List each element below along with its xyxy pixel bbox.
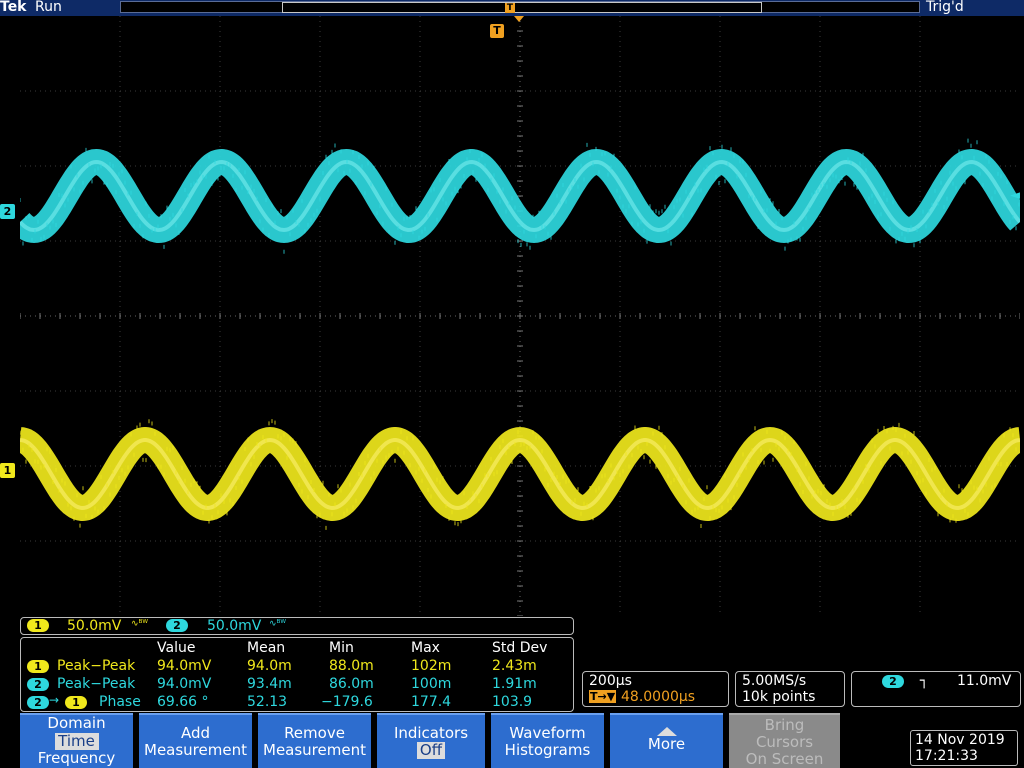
domain-button[interactable]: Domain Time Frequency bbox=[20, 713, 133, 768]
horizontal-position: 48.0000μs bbox=[621, 689, 696, 705]
bring-label-line3: On Screen bbox=[745, 750, 824, 768]
row3-min: −179.6 bbox=[321, 694, 373, 710]
acquisition-state: Run bbox=[35, 0, 62, 15]
row1-source-badge: 1 bbox=[27, 660, 49, 673]
timebase-readout[interactable]: 200μs T→▼ 48.0000μs bbox=[582, 671, 729, 707]
domain-title: Domain bbox=[47, 714, 106, 732]
row1-max: 102m bbox=[411, 658, 452, 674]
row3-std-dev: 103.9 bbox=[492, 694, 533, 710]
bring-label-line2: Cursors bbox=[755, 733, 814, 751]
record-trigger-marker: T bbox=[505, 3, 515, 13]
row2-mean: 93.4m bbox=[247, 676, 292, 692]
trigger-delay-icon: T→▼ bbox=[589, 690, 617, 703]
sampling-readout[interactable]: 5.00MS/s 10k points bbox=[735, 671, 845, 707]
row2-min: 86.0m bbox=[329, 676, 374, 692]
remove-label-line2: Measurement bbox=[263, 741, 366, 759]
domain-time-option[interactable]: Time bbox=[54, 733, 99, 750]
row3-source-badge: 2 bbox=[27, 696, 49, 709]
ch1-bandwidth-icon: ∿ᴮᵂ bbox=[131, 619, 149, 629]
row2-value: 94.0mV bbox=[157, 676, 212, 692]
sample-rate: 5.00MS/s bbox=[742, 673, 807, 689]
header-value: Value bbox=[157, 640, 196, 656]
row3-value: 69.66 ° bbox=[157, 694, 209, 710]
more-label: More bbox=[647, 735, 686, 753]
date-text: 14 Nov 2019 bbox=[915, 732, 1005, 748]
row3-arrow-icon: → bbox=[49, 693, 60, 707]
channel-info-bar: 1 50.0mV ∿ᴮᵂ 2 50.0mV ∿ᴮᵂ bbox=[20, 617, 574, 635]
header-std-dev: Std Dev bbox=[492, 640, 548, 656]
row1-label: Peak−Peak bbox=[57, 658, 136, 674]
row1-mean: 94.0m bbox=[247, 658, 292, 674]
ch2-ground-marker[interactable]: 2 bbox=[0, 204, 15, 219]
ch1-badge[interactable]: 1 bbox=[27, 619, 49, 632]
waveform-histograms-button[interactable]: Waveform Histograms bbox=[491, 713, 604, 768]
trigger-level: 11.0mV bbox=[957, 673, 1012, 689]
row1-std-dev: 2.43m bbox=[492, 658, 537, 674]
histo-label-line2: Histograms bbox=[504, 741, 591, 759]
header-max: Max bbox=[411, 640, 440, 656]
ch1-scale[interactable]: 50.0mV bbox=[67, 618, 121, 634]
time-text: 17:21:33 bbox=[915, 748, 978, 764]
horizontal-scale: 200μs bbox=[589, 673, 632, 689]
remove-label-line1: Remove bbox=[284, 724, 345, 742]
trigger-slope-icon: ┐ bbox=[920, 673, 929, 689]
row2-source-badge: 2 bbox=[27, 678, 49, 691]
trigger-readout[interactable]: 2 ┐ 11.0mV bbox=[851, 671, 1021, 707]
row2-std-dev: 1.91m bbox=[492, 676, 537, 692]
bring-label-line1: Bring bbox=[764, 716, 805, 734]
row3-max: 177.4 bbox=[411, 694, 452, 710]
trigger-position-marker[interactable]: T bbox=[490, 24, 504, 38]
row1-value: 94.0mV bbox=[157, 658, 212, 674]
trigger-source-badge: 2 bbox=[882, 675, 904, 688]
add-label-line1: Add bbox=[180, 724, 211, 742]
row3-mean: 52.13 bbox=[247, 694, 288, 710]
record-view-window[interactable] bbox=[282, 2, 762, 13]
indicators-button[interactable]: Indicators Off bbox=[377, 713, 485, 768]
indicators-label: Indicators bbox=[393, 724, 469, 742]
row2-max: 100m bbox=[411, 676, 452, 692]
histo-label-line1: Waveform bbox=[509, 724, 586, 742]
more-button[interactable]: More bbox=[610, 713, 723, 768]
remove-measurement-button[interactable]: Remove Measurement bbox=[258, 713, 371, 768]
header-mean: Mean bbox=[247, 640, 286, 656]
row3-source2-badge: 1 bbox=[65, 696, 87, 709]
trigger-level-arrow[interactable]: ◄ bbox=[1010, 188, 1020, 203]
ch1-ground-marker[interactable]: 1 bbox=[0, 463, 15, 478]
trigger-position-arrow bbox=[514, 16, 524, 22]
bring-cursors-on-screen-button[interactable]: Bring Cursors On Screen bbox=[729, 713, 840, 768]
ch2-bandwidth-icon: ∿ᴮᵂ bbox=[269, 619, 287, 629]
row1-min: 88.0m bbox=[329, 658, 374, 674]
date-time-readout[interactable]: 14 Nov 2019 17:21:33 bbox=[910, 730, 1018, 766]
indicators-value: Off bbox=[417, 742, 445, 759]
add-measurement-button[interactable]: Add Measurement bbox=[139, 713, 252, 768]
row2-label: Peak−Peak bbox=[57, 676, 136, 692]
ch2-scale[interactable]: 50.0mV bbox=[207, 618, 261, 634]
record-length: 10k points bbox=[742, 689, 816, 705]
ch2-badge[interactable]: 2 bbox=[166, 619, 188, 632]
row3-label: Phase bbox=[99, 694, 141, 710]
measurement-table[interactable]: Value Mean Min Max Std Dev 1 Peak−Peak 9… bbox=[20, 637, 574, 712]
graticule[interactable] bbox=[20, 16, 1020, 616]
domain-frequency-option[interactable]: Frequency bbox=[20, 750, 133, 767]
brand-logo: Tek bbox=[0, 0, 27, 15]
trigger-status: Trig'd bbox=[926, 0, 964, 15]
add-label-line2: Measurement bbox=[144, 741, 247, 759]
header-min: Min bbox=[329, 640, 354, 656]
